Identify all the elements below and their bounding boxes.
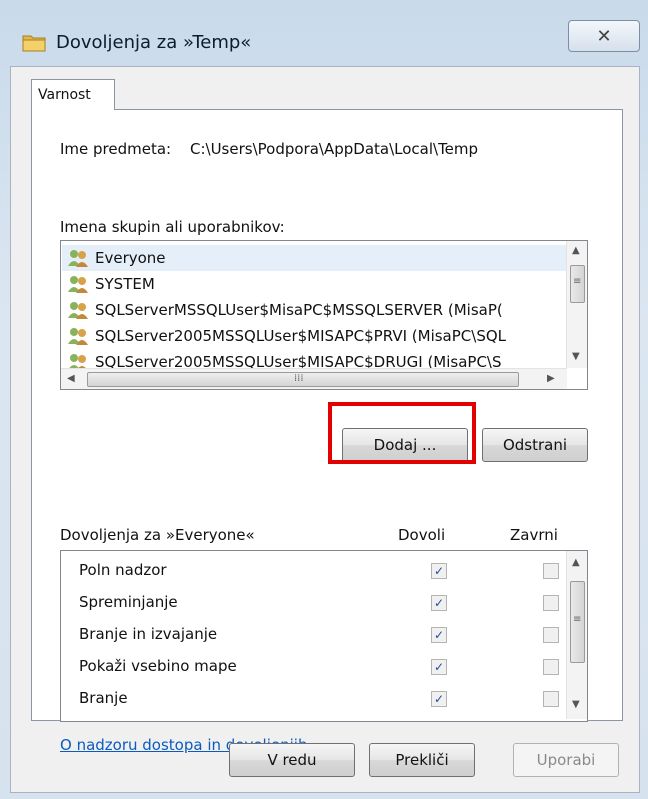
allow-column-header: Dovoli: [398, 526, 446, 544]
object-name-value: C:\Users\Podpora\AppData\Local\Temp: [190, 140, 479, 158]
scroll-thumb[interactable]: ≡: [570, 581, 585, 663]
scroll-right-arrow-icon[interactable]: ▶: [547, 373, 555, 384]
title-bar[interactable]: Dovoljenja za »Temp« ✕: [0, 14, 648, 64]
apply-button[interactable]: Uporabi: [513, 743, 619, 777]
ok-button[interactable]: V redu: [229, 743, 355, 777]
close-button[interactable]: ✕: [568, 20, 640, 52]
list-item-label: SYSTEM: [95, 275, 155, 293]
groups-label: Imena skupin ali uporabnikov:: [60, 218, 285, 236]
permission-row: Poln nadzor ✓: [61, 555, 561, 587]
scroll-thumb[interactable]: ⁞⁞⁞: [87, 372, 519, 387]
deny-checkbox[interactable]: [543, 563, 559, 579]
tab-security[interactable]: Varnost: [31, 79, 115, 110]
grip-icon: ⁞⁞⁞: [294, 373, 304, 384]
deny-checkbox[interactable]: [543, 691, 559, 707]
permission-row: Spreminjanje ✓: [61, 587, 561, 619]
permission-name: Pokaži vsebino mape: [79, 657, 237, 675]
list-item-label: SQLServer2005MSSQLUser$MISAPC$PRVI (Misa…: [95, 327, 506, 345]
deny-checkbox[interactable]: [543, 627, 559, 643]
tab-page-security: Ime predmeta: C:\Users\Podpora\AppData\L…: [31, 109, 623, 754]
allow-checkbox[interactable]: ✓: [431, 659, 447, 675]
grip-icon: ≡: [573, 614, 582, 625]
list-item[interactable]: Everyone: [62, 245, 567, 271]
folder-icon: [22, 32, 46, 52]
permission-name: Poln nadzor: [79, 561, 167, 579]
groups-horizontal-scrollbar[interactable]: ◀ ⁞⁞⁞ ▶: [61, 368, 567, 389]
groups-listbox[interactable]: Everyone SYSTEM SQLServerMSSQLUser$MisaP…: [60, 240, 588, 390]
close-icon: ✕: [596, 25, 612, 47]
remove-button[interactable]: Odstrani: [482, 428, 588, 462]
grip-icon: ≡: [573, 276, 582, 287]
list-item[interactable]: SQLServerMSSQLUser$MisaPC$MSSQLSERVER (M…: [67, 297, 503, 323]
list-item[interactable]: SQLServer2005MSSQLUser$MISAPC$PRVI (Misa…: [67, 323, 506, 349]
cancel-button[interactable]: Prekliči: [369, 743, 475, 777]
dialog-window: Dovoljenja za »Temp« ✕ Varnost Ime predm…: [0, 0, 648, 799]
deny-checkbox[interactable]: [543, 595, 559, 611]
scroll-up-arrow-icon[interactable]: ▲: [572, 557, 580, 568]
permission-name: Spreminjanje: [79, 593, 178, 611]
list-item[interactable]: SYSTEM: [67, 271, 155, 297]
scroll-down-arrow-icon[interactable]: ▼: [572, 699, 580, 710]
permission-name: Branje: [79, 689, 128, 707]
permission-name: Branje in izvajanje: [79, 625, 218, 643]
user-group-icon: [68, 328, 88, 345]
object-name-label: Ime predmeta:: [60, 140, 172, 158]
allow-checkbox[interactable]: ✓: [431, 595, 447, 611]
user-group-icon: [68, 250, 88, 267]
permissions-list: Poln nadzor ✓ Spreminjanje ✓ Branje in i…: [60, 550, 588, 722]
scroll-left-arrow-icon[interactable]: ◀: [67, 373, 75, 384]
user-group-icon: [68, 302, 88, 319]
list-item-label: Everyone: [95, 249, 166, 267]
permission-row: Branje in izvajanje ✓: [61, 619, 561, 651]
scroll-thumb[interactable]: ≡: [570, 265, 585, 303]
dialog-body: Varnost Ime predmeta: C:\Users\Podpora\A…: [10, 66, 640, 793]
scroll-down-arrow-icon[interactable]: ▼: [572, 351, 580, 362]
permissions-vertical-scrollbar[interactable]: ▲ ≡ ▼: [566, 551, 587, 719]
allow-checkbox[interactable]: ✓: [431, 627, 447, 643]
list-item-label: SQLServerMSSQLUser$MisaPC$MSSQLSERVER (M…: [95, 301, 503, 319]
permissions-label: Dovoljenja za »Everyone«: [60, 526, 255, 544]
highlight-box: [328, 402, 476, 464]
allow-checkbox[interactable]: ✓: [431, 691, 447, 707]
permission-row: Pokaži vsebino mape ✓: [61, 651, 561, 683]
window-title: Dovoljenja za »Temp«: [56, 32, 252, 53]
deny-column-header: Zavrni: [510, 526, 558, 544]
permission-row: Branje ✓: [61, 683, 561, 715]
allow-checkbox[interactable]: ✓: [431, 563, 447, 579]
groups-vertical-scrollbar[interactable]: ▲ ≡ ▼: [566, 241, 587, 368]
user-group-icon: [68, 276, 88, 293]
scroll-up-arrow-icon[interactable]: ▲: [572, 245, 580, 256]
deny-checkbox[interactable]: [543, 659, 559, 675]
